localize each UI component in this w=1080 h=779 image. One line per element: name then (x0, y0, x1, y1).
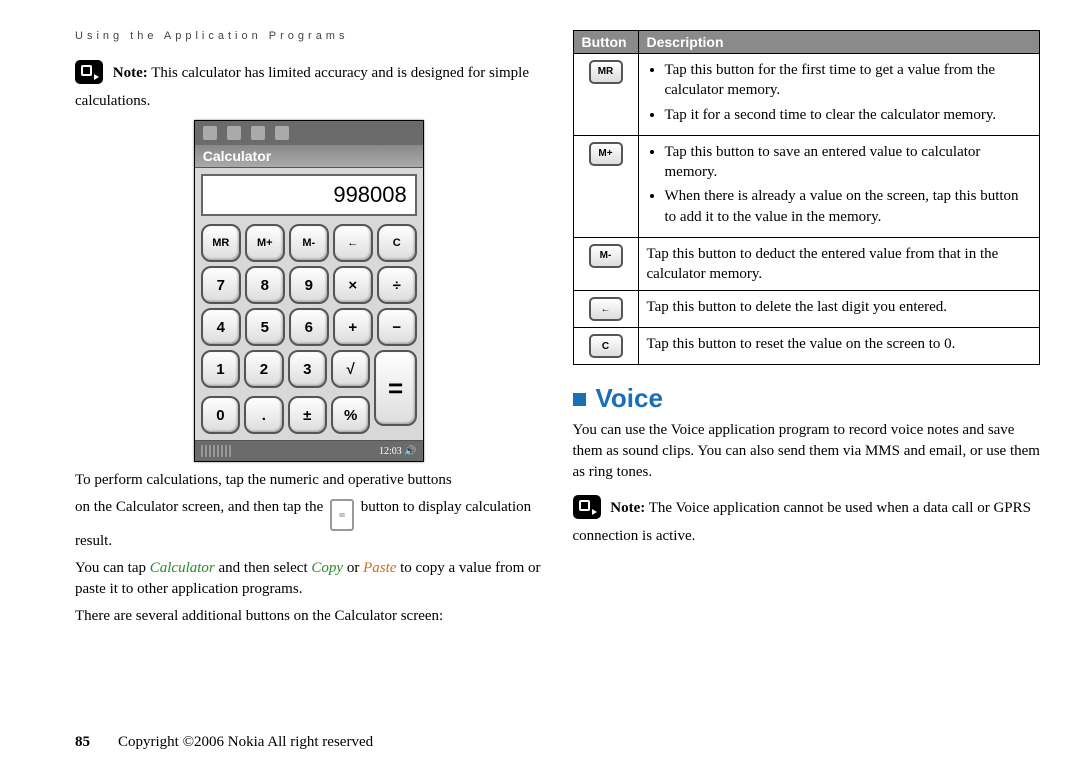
calc-btn-6: 6 (289, 308, 329, 346)
table-row: M- Tap this button to deduct the entered… (573, 237, 1040, 291)
calc-btn-9: 9 (289, 266, 329, 304)
calc-btn-div: ÷ (377, 266, 417, 304)
calc-btn-minus: − (377, 308, 417, 346)
calc-btn-pm: ± (288, 396, 327, 434)
status-icon (275, 126, 289, 140)
square-bullet-icon (573, 393, 586, 406)
note-icon (75, 60, 103, 84)
note-calculator: Note: This calculator has limited accura… (75, 60, 543, 112)
calc-btn-0: 0 (201, 396, 240, 434)
table-header-button: Button (573, 31, 638, 54)
mplus-button-icon: M+ (589, 142, 623, 166)
paragraph: To perform calculations, tap the numeric… (75, 470, 543, 491)
paragraph: on the Calculator screen, and then tap t… (75, 497, 543, 552)
table-header-description: Description (638, 31, 1040, 54)
footer: 85 Copyright ©2006 Nokia All right reserv… (75, 734, 373, 751)
calculator-screenshot: Calculator 998008 MR M+ M- ← C 7 8 9 × ÷ (194, 120, 424, 462)
calc-btn-back: ← (333, 224, 373, 262)
calc-btn-5: 5 (245, 308, 285, 346)
calc-btn-1: 1 (201, 350, 240, 388)
calc-btn-clear: C (377, 224, 417, 262)
status-icon (203, 126, 217, 140)
calc-btn-mminus: M- (289, 224, 329, 262)
status-bar (195, 121, 423, 145)
clear-button-icon: C (589, 334, 623, 358)
mr-button-icon: MR (589, 60, 623, 84)
calc-btn-equals: = (374, 350, 416, 426)
calc-btn-mult: × (333, 266, 373, 304)
mminus-button-icon: M- (589, 244, 623, 268)
section-header: Using the Application Programs (75, 30, 543, 42)
calculator-display: 998008 (201, 174, 417, 216)
table-row: M+ Tap this button to save an entered va… (573, 135, 1040, 237)
note-icon (573, 495, 601, 519)
calculator-title: Calculator (195, 145, 423, 168)
status-icon (251, 126, 265, 140)
voice-heading: Voice (573, 383, 1041, 414)
equals-inline-icon: = (330, 499, 354, 531)
calc-btn-dot: . (244, 396, 283, 434)
table-row: ← Tap this button to delete the last dig… (573, 291, 1040, 328)
calc-btn-pct: % (331, 396, 370, 434)
table-row: C Tap this button to reset the value on … (573, 328, 1040, 365)
calc-btn-7: 7 (201, 266, 241, 304)
calc-btn-mr: MR (201, 224, 241, 262)
button-description-table: Button Description MR Tap this button fo… (573, 30, 1041, 365)
calc-btn-mplus: M+ (245, 224, 285, 262)
note-voice: Note: The Voice application cannot be us… (573, 495, 1041, 547)
calc-btn-8: 8 (245, 266, 285, 304)
status-icon (227, 126, 241, 140)
paragraph: You can tap Calculator and then select C… (75, 558, 543, 600)
calculator-keypad: MR M+ M- ← C 7 8 9 × ÷ 4 5 6 + (195, 222, 423, 440)
calc-btn-sqrt: √ (331, 350, 370, 388)
bottom-bar: 12:03 🔊 (195, 440, 423, 461)
calc-btn-plus: + (333, 308, 373, 346)
calc-btn-4: 4 (201, 308, 241, 346)
page-number: 85 (75, 734, 90, 750)
paragraph: You can use the Voice application progra… (573, 420, 1041, 483)
calc-btn-2: 2 (244, 350, 283, 388)
grip-icon (201, 445, 231, 457)
table-row: MR Tap this button for the first time to… (573, 54, 1040, 136)
copyright: Copyright ©2006 Nokia All right reserved (118, 734, 373, 750)
paragraph: There are several additional buttons on … (75, 606, 543, 627)
back-button-icon: ← (589, 297, 623, 321)
calc-btn-3: 3 (288, 350, 327, 388)
